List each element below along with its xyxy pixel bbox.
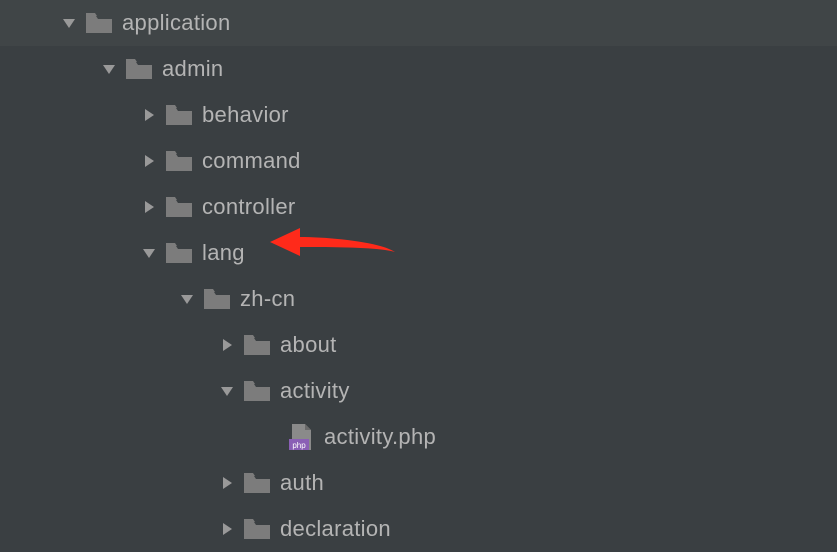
svg-text:php: php bbox=[292, 441, 306, 450]
folder-icon bbox=[204, 289, 230, 309]
tree-item-declaration[interactable]: declaration bbox=[0, 506, 837, 552]
tree-label: controller bbox=[202, 194, 295, 220]
chevron-right-icon[interactable] bbox=[218, 336, 236, 354]
folder-icon bbox=[126, 59, 152, 79]
chevron-down-icon[interactable] bbox=[218, 382, 236, 400]
tree-item-lang[interactable]: lang bbox=[0, 230, 837, 276]
chevron-right-icon[interactable] bbox=[140, 198, 158, 216]
tree-label: activity bbox=[280, 378, 350, 404]
folder-icon bbox=[166, 243, 192, 263]
folder-icon bbox=[244, 335, 270, 355]
tree-label: auth bbox=[280, 470, 324, 496]
tree-label: activity.php bbox=[324, 424, 436, 450]
tree-item-zhcn[interactable]: zh-cn bbox=[0, 276, 837, 322]
tree-item-admin[interactable]: admin bbox=[0, 46, 837, 92]
php-file-icon: php bbox=[288, 424, 314, 450]
folder-icon bbox=[166, 105, 192, 125]
tree-item-behavior[interactable]: behavior bbox=[0, 92, 837, 138]
folder-icon bbox=[166, 151, 192, 171]
folder-icon bbox=[244, 381, 270, 401]
chevron-down-icon[interactable] bbox=[178, 290, 196, 308]
tree-item-application[interactable]: application bbox=[0, 0, 837, 46]
chevron-down-icon[interactable] bbox=[100, 60, 118, 78]
tree-item-activity[interactable]: activity bbox=[0, 368, 837, 414]
tree-label: behavior bbox=[202, 102, 289, 128]
tree-label: admin bbox=[162, 56, 223, 82]
folder-icon bbox=[86, 13, 112, 33]
folder-icon bbox=[244, 473, 270, 493]
chevron-down-icon[interactable] bbox=[60, 14, 78, 32]
tree-item-controller[interactable]: controller bbox=[0, 184, 837, 230]
tree-item-activity-php[interactable]: php activity.php bbox=[0, 414, 837, 460]
chevron-right-icon[interactable] bbox=[218, 520, 236, 538]
chevron-right-icon[interactable] bbox=[218, 474, 236, 492]
chevron-right-icon[interactable] bbox=[140, 106, 158, 124]
chevron-down-icon[interactable] bbox=[140, 244, 158, 262]
chevron-right-icon[interactable] bbox=[140, 152, 158, 170]
tree-item-about[interactable]: about bbox=[0, 322, 837, 368]
tree-label: zh-cn bbox=[240, 286, 295, 312]
folder-icon bbox=[244, 519, 270, 539]
tree-label: declaration bbox=[280, 516, 391, 542]
file-tree: application admin behavior command bbox=[0, 0, 837, 552]
tree-item-auth[interactable]: auth bbox=[0, 460, 837, 506]
tree-label: command bbox=[202, 148, 301, 174]
folder-icon bbox=[166, 197, 192, 217]
tree-label: application bbox=[122, 10, 231, 36]
tree-label: about bbox=[280, 332, 337, 358]
tree-label: lang bbox=[202, 240, 245, 266]
tree-item-command[interactable]: command bbox=[0, 138, 837, 184]
